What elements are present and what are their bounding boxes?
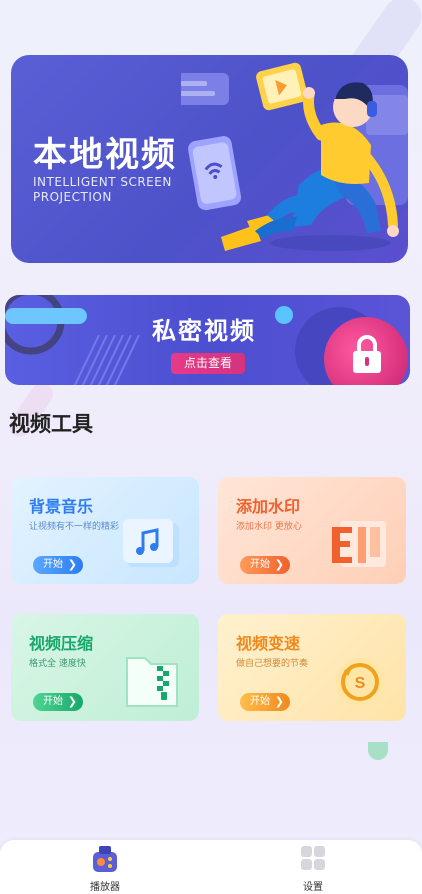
tool-card-desc: 让视频有不一样的精彩 [29,522,120,532]
nav-item-settings[interactable]: 设置 [273,840,353,894]
tool-card-desc: 格式全 速度快 [29,659,86,669]
start-button-label: 开始 [250,559,270,570]
private-video-title: 私密视频 [152,317,256,345]
tool-card-title: 视频压缩 [29,634,94,653]
settings-grid-icon [301,846,325,870]
tool-card-desc: 做自己想要的节奏 [236,659,309,669]
hero-subtitle: INTELLIGENT SCREEN PROJECTION [33,175,172,204]
start-button-label: 开始 [43,696,63,707]
start-button[interactable]: 开始 ❯ [33,556,83,574]
watermark-stamp-icon [332,521,386,567]
hero-illustration [181,62,408,251]
music-note-icon [123,519,179,567]
start-button[interactable]: 开始 ❯ [240,693,290,711]
tool-card-desc: 添加水印 更放心 [236,522,302,532]
chevron-right-icon: ❯ [274,558,284,571]
tool-card-video-compress[interactable]: 视频压缩 格式全 速度快 开始 ❯ [11,614,199,721]
tool-card-background-music[interactable]: 背景音乐 让视频有不一样的精彩 开始 ❯ [11,477,199,584]
nav-item-player[interactable]: 播放器 [65,840,145,894]
start-button-label: 开始 [250,696,270,707]
chevron-right-icon: ❯ [67,558,77,571]
tools-section-title: 视频工具 [9,412,93,436]
private-video-banner[interactable]: 私密视频 点击查看 [5,295,410,385]
bottom-navigation: 播放器 设置 [0,840,422,894]
tool-card-title: 添加水印 [236,497,301,516]
nav-label-settings: 设置 [303,882,323,893]
view-private-button[interactable]: 点击查看 [171,353,245,374]
lock-icon [353,335,381,373]
start-button-label: 开始 [43,559,63,570]
tool-card-title: 背景音乐 [29,497,94,516]
hero-title: 本地视频 [33,135,177,175]
chevron-right-icon: ❯ [67,695,77,708]
local-video-banner[interactable]: 本地视频 INTELLIGENT SCREEN PROJECTION [11,55,408,263]
svg-text:S: S [355,675,366,692]
speed-coin-icon: S [336,658,384,706]
start-button[interactable]: 开始 ❯ [240,556,290,574]
zip-file-icon [126,657,178,707]
tool-card-add-watermark[interactable]: 添加水印 添加水印 更放心 开始 ❯ [218,477,406,584]
nav-label-player: 播放器 [90,882,120,893]
tool-card-title: 视频变速 [236,634,301,653]
background-blob [368,742,388,760]
tool-card-video-speed[interactable]: 视频变速 做自己想要的节奏 开始 ❯ S [218,614,406,721]
start-button[interactable]: 开始 ❯ [33,693,83,711]
chevron-right-icon: ❯ [274,695,284,708]
player-camera-icon [93,846,117,872]
